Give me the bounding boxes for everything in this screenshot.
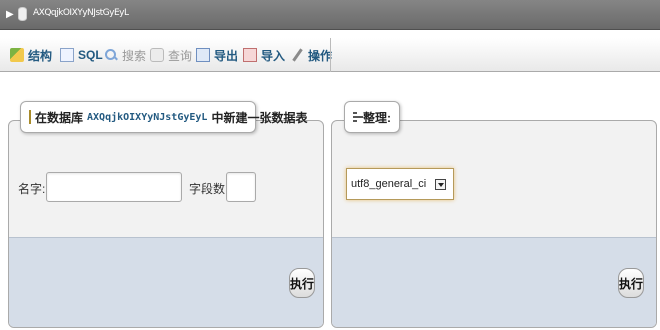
- collation-execute-button[interactable]: 执行: [618, 268, 644, 298]
- expand-arrow-icon[interactable]: ▶: [6, 9, 14, 20]
- export-icon: [196, 48, 210, 62]
- legend-database-name: AXQqjkOIXYyNJstGyEyL: [87, 111, 208, 123]
- tab-query: 查询: [150, 46, 192, 64]
- tab-sql[interactable]: SQL: [60, 46, 103, 64]
- sql-icon: [60, 48, 74, 62]
- import-icon: [243, 48, 257, 62]
- create-table-panel: [8, 120, 324, 328]
- tab-import-label: 导入: [261, 48, 286, 63]
- tab-import[interactable]: 导入: [243, 46, 285, 64]
- new-table-icon: [29, 110, 31, 124]
- structure-icon: [10, 48, 24, 62]
- tab-structure-label: 结构: [28, 48, 53, 63]
- search-icon: [104, 48, 118, 62]
- collation-footer: [332, 237, 656, 327]
- column-count-input[interactable]: [226, 172, 256, 202]
- create-table-legend: 在数据库 AXQqjkOIXYyNJstGyEyL 中新建一张数据表: [20, 101, 307, 133]
- breadcrumb-database-name[interactable]: AXQqjkOIXYyNJstGyEyL: [33, 8, 129, 18]
- tab-sql-label: SQL: [78, 48, 103, 62]
- table-name-input[interactable]: [46, 172, 182, 202]
- tab-export-label: 导出: [214, 48, 239, 63]
- collation-select[interactable]: utf8_general_ci: [346, 168, 454, 200]
- tab-query-label: 查询: [168, 48, 193, 63]
- tab-search-label: 搜索: [122, 48, 147, 63]
- collation-legend: 整理:: [344, 101, 400, 133]
- collation-selected-value: utf8_general_ci: [351, 178, 427, 190]
- tab-operations-label: 操作: [308, 48, 333, 63]
- database-breadcrumb-bar: ▶ AXQqjkOIXYyNJstGyEyL: [0, 0, 660, 30]
- create-table-execute-button[interactable]: 执行: [289, 268, 315, 298]
- query-icon: [150, 48, 164, 62]
- create-table-footer: [9, 237, 323, 327]
- table-name-label: 名字:: [18, 182, 46, 196]
- chevron-down-icon[interactable]: [435, 179, 446, 190]
- tab-operations[interactable]: 操作: [290, 46, 332, 64]
- collation-legend-label: 整理:: [363, 110, 391, 125]
- list-icon: [353, 112, 363, 122]
- collation-panel: [331, 120, 657, 328]
- tab-bar: 结构 SQL 搜索 查询 导出 导入 操作: [0, 38, 660, 72]
- legend-prefix: 在数据库: [35, 110, 84, 125]
- legend-suffix: 中新建一张数据表: [211, 110, 308, 125]
- database-icon: [18, 7, 27, 21]
- operations-icon: [290, 48, 304, 62]
- tab-structure[interactable]: 结构: [10, 46, 52, 64]
- tab-export[interactable]: 导出: [196, 46, 238, 64]
- tab-divider: [330, 38, 331, 72]
- tab-search: 搜索: [104, 46, 146, 64]
- column-count-label: 字段数:: [189, 182, 229, 196]
